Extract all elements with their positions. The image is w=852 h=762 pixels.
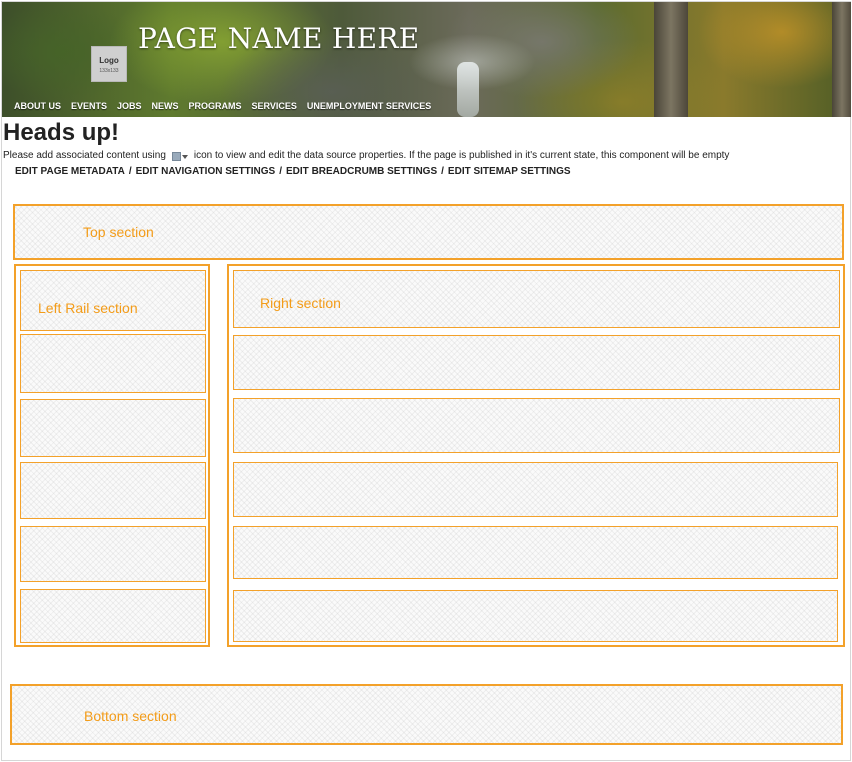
right-section[interactable]: Right section — [233, 270, 840, 328]
nav-item-events[interactable]: EVENTS — [71, 101, 107, 111]
left-rail-slot[interactable] — [20, 399, 206, 457]
bottom-section[interactable]: Bottom section — [10, 684, 843, 745]
notice-text-before: Please add associated content using — [3, 150, 166, 161]
link-separator: / — [279, 166, 283, 177]
nav-item-services[interactable]: SERVICES — [252, 101, 297, 111]
left-rail-section-label: Left Rail section — [38, 300, 138, 316]
link-separator: / — [128, 166, 132, 177]
top-section-label: Top section — [83, 224, 154, 240]
header-banner: Logo 133x133 PAGE NAME HERE ABOUT US EVE… — [2, 2, 851, 117]
page-title: PAGE NAME HERE — [138, 22, 420, 55]
left-rail-section[interactable]: Left Rail section — [20, 270, 206, 331]
edit-navigation-settings-link[interactable]: EDIT NAVIGATION SETTINGS — [136, 166, 276, 177]
left-rail-container: Left Rail section — [14, 264, 210, 647]
edit-sitemap-settings-link[interactable]: EDIT SITEMAP SETTINGS — [448, 166, 571, 177]
right-slot[interactable] — [233, 526, 838, 579]
edit-page-metadata-link[interactable]: EDIT PAGE METADATA — [15, 166, 125, 177]
notice-message: Please add associated content using icon… — [3, 150, 729, 161]
site-logo[interactable]: Logo 133x133 — [91, 46, 127, 82]
data-source-icon — [170, 151, 190, 161]
banner-tree-trunk — [654, 2, 688, 117]
right-slot[interactable] — [233, 398, 840, 453]
logo-label: Logo — [99, 56, 119, 65]
notice-title: Heads up! — [3, 119, 120, 146]
right-container: Right section — [227, 264, 845, 647]
edit-breadcrumb-settings-link[interactable]: EDIT BREADCRUMB SETTINGS — [286, 166, 437, 177]
top-section[interactable]: Top section — [13, 204, 844, 260]
link-separator: / — [441, 166, 444, 177]
nav-item-jobs[interactable]: JOBS — [117, 101, 142, 111]
logo-size-text: 133x133 — [99, 68, 119, 74]
left-rail-slot[interactable] — [20, 462, 206, 519]
banner-waterfall — [457, 62, 479, 117]
nav-item-news[interactable]: NEWS — [152, 101, 179, 111]
nav-item-about-us[interactable]: ABOUT US — [14, 101, 61, 111]
right-slot[interactable] — [233, 462, 838, 517]
nav-item-programs[interactable]: PROGRAMS — [189, 101, 242, 111]
right-slot[interactable] — [233, 335, 840, 390]
notice-text-after: icon to view and edit the data source pr… — [193, 150, 730, 161]
left-rail-slot[interactable] — [20, 589, 206, 643]
edit-links-bar: EDIT PAGE METADATA / EDIT NAVIGATION SET… — [15, 166, 571, 177]
bottom-section-label: Bottom section — [84, 708, 177, 724]
banner-tree-trunk — [832, 2, 851, 117]
right-section-label: Right section — [260, 295, 341, 311]
left-rail-slot[interactable] — [20, 526, 206, 582]
left-rail-slot[interactable] — [20, 334, 206, 393]
main-navigation: ABOUT US EVENTS JOBS NEWS PROGRAMS SERVI… — [14, 101, 431, 111]
right-slot[interactable] — [233, 590, 838, 642]
nav-item-unemployment-services[interactable]: UNEMPLOYMENT SERVICES — [307, 101, 431, 111]
